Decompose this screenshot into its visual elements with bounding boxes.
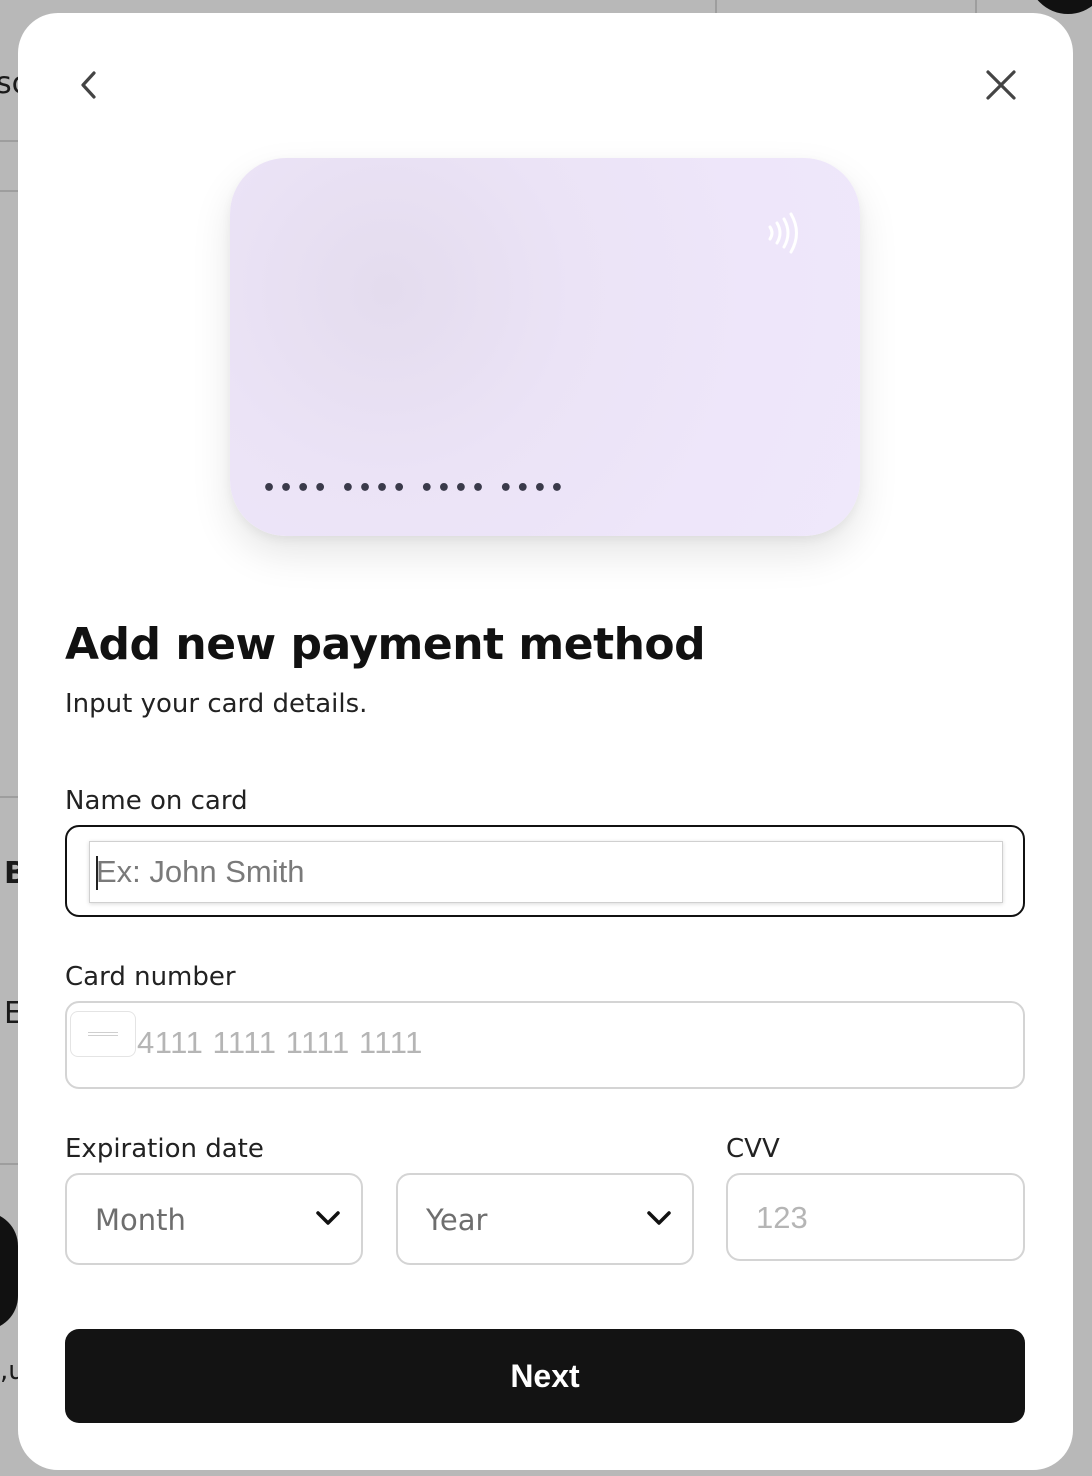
- page-title: Add new payment method: [65, 619, 706, 670]
- card-number-field[interactable]: 4111 1111 1111 1111: [65, 1001, 1025, 1089]
- card-number-placeholder: 4111 1111 1111 1111: [137, 1025, 423, 1060]
- next-button[interactable]: Next: [65, 1329, 1025, 1423]
- background-avatar: [1028, 0, 1092, 14]
- year-select-value: Year: [426, 1203, 488, 1237]
- background-button: [0, 1212, 18, 1330]
- cvv-placeholder: 123: [756, 1200, 808, 1235]
- background-divider: [715, 0, 717, 14]
- name-on-card-input-wrapper: [89, 841, 1003, 903]
- background-divider: [0, 190, 18, 192]
- card-number-mask: •••• •••• •••• ••••: [262, 476, 567, 501]
- card-brand-icon: [70, 1011, 136, 1057]
- name-on-card-input[interactable]: [90, 842, 1002, 902]
- expiration-month-select[interactable]: Month: [65, 1173, 363, 1265]
- close-button[interactable]: [973, 57, 1029, 113]
- text-caret: [96, 856, 98, 890]
- chevron-down-icon: [316, 1211, 340, 1225]
- add-payment-modal: •••• •••• •••• •••• Add new payment meth…: [18, 13, 1073, 1470]
- cvv-field[interactable]: 123: [726, 1173, 1025, 1261]
- page-subtitle: Input your card details.: [65, 689, 368, 719]
- name-on-card-label: Name on card: [65, 786, 248, 816]
- month-select-value: Month: [95, 1203, 186, 1237]
- back-button[interactable]: [61, 57, 117, 113]
- chevron-left-icon: [81, 71, 96, 99]
- background-divider: [0, 1163, 18, 1165]
- expiration-date-label: Expiration date: [65, 1134, 264, 1164]
- background-divider: [0, 140, 18, 142]
- name-on-card-field: [65, 825, 1025, 917]
- chevron-down-icon: [647, 1211, 671, 1225]
- background-divider: [0, 796, 18, 798]
- close-icon: [986, 70, 1016, 100]
- expiration-year-select[interactable]: Year: [396, 1173, 694, 1265]
- card-number-label: Card number: [65, 962, 236, 992]
- card-preview: •••• •••• •••• ••••: [230, 158, 860, 536]
- contactless-icon: [768, 212, 798, 254]
- background-divider: [975, 0, 977, 14]
- cvv-label: CVV: [726, 1134, 780, 1164]
